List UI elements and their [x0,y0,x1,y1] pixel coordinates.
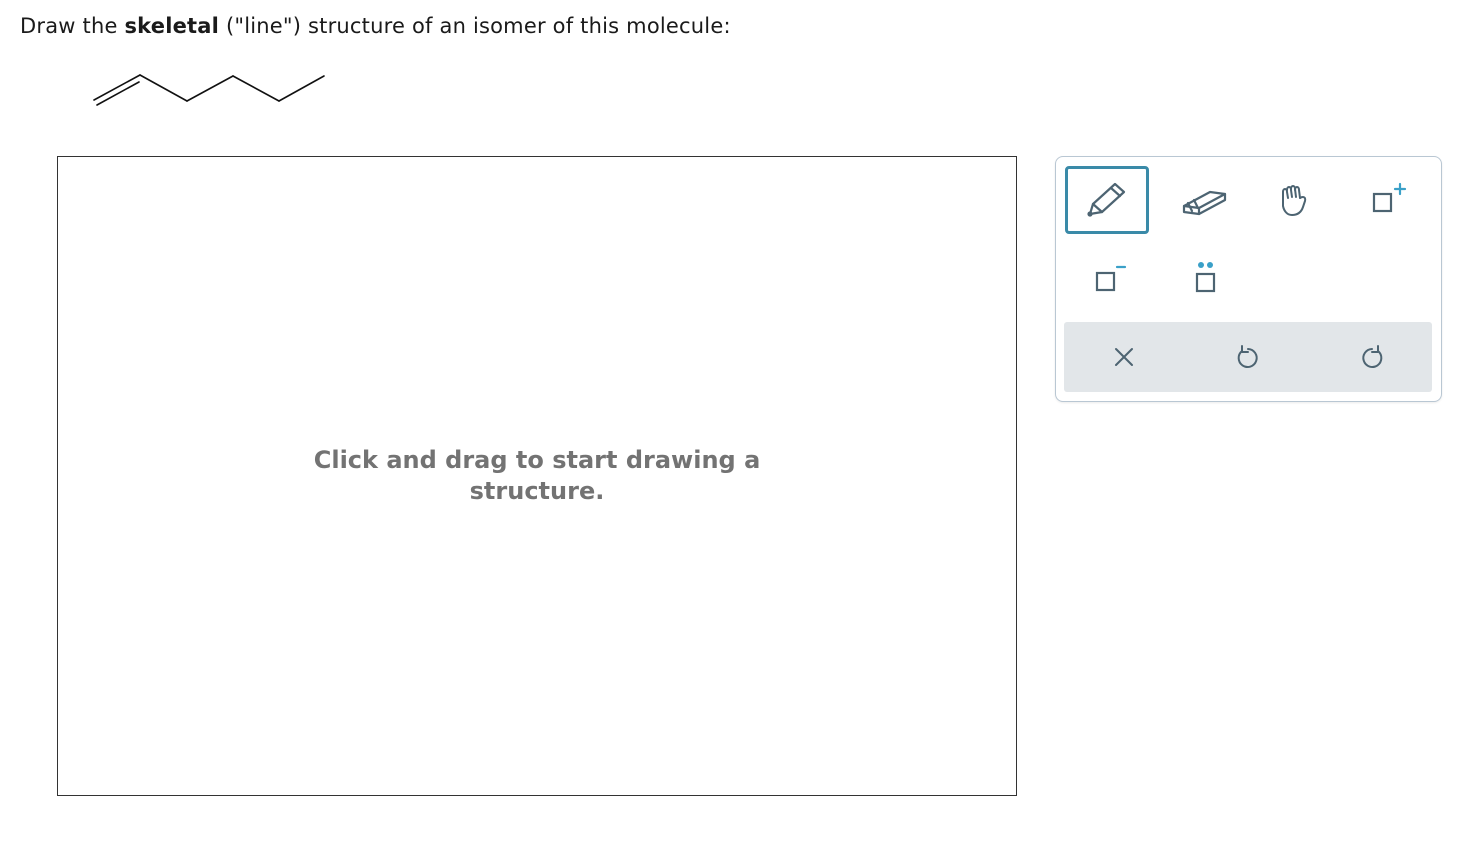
pencil-icon [1087,182,1126,217]
lone-pair-icon [1195,262,1216,293]
negative-charge-tool[interactable] [1065,245,1149,313]
eraser-tool[interactable] [1163,166,1247,234]
double-bond-line-2 [96,81,140,106]
drawing-toolbar [1055,156,1442,402]
close-icon [1115,348,1133,366]
single-bond-4 [278,75,325,102]
drawing-canvas[interactable]: Click and drag to start drawing a struct… [57,156,1017,796]
redo-icon [1362,345,1383,368]
canvas-hint-line-1: Click and drag to start drawing a [313,446,761,474]
action-bar [1064,322,1432,392]
single-bond-3 [232,75,280,102]
question-suffix: ("line") structure of an isomer of this … [219,14,731,38]
plus-charge-icon [1372,182,1407,213]
minus-charge-icon [1095,265,1127,292]
undo-icon [1237,345,1258,368]
redo-button[interactable] [1342,322,1402,392]
single-bond-1 [139,74,188,102]
eraser-icon [1182,190,1227,216]
undo-button[interactable] [1218,322,1278,392]
clear-button[interactable] [1094,322,1154,392]
hand-tool[interactable] [1255,166,1339,234]
canvas-hint: Click and drag to start drawing a struct… [58,445,1016,507]
question-prefix: Draw the [20,14,125,38]
canvas-hint-line-2: structure. [469,477,605,505]
lone-pair-tool[interactable] [1163,245,1247,313]
question-bold-term: skeletal [124,14,220,38]
double-bond-line-1 [93,74,141,101]
question-text: Draw the skeletal ("line") structure of … [20,14,731,38]
molecule-skeletal-structure [93,74,325,106]
pencil-tool[interactable] [1065,166,1149,234]
positive-charge-tool[interactable] [1346,166,1430,234]
hand-icon [1282,185,1307,216]
single-bond-2 [186,75,234,102]
